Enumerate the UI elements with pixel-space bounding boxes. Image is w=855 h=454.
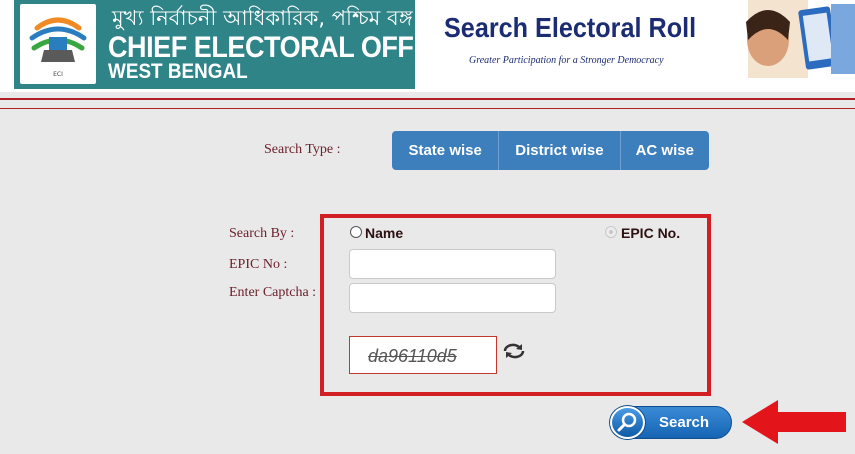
voter-photo [738,0,855,78]
captcha-input[interactable] [349,283,556,313]
captcha-label: Enter Captcha : [229,285,317,300]
captcha-image: da96110d5 [349,336,497,374]
divider-line [0,108,855,109]
tab-state-wise[interactable]: State wise [392,131,500,170]
search-type-tabs: State wise District wise AC wise [392,131,709,170]
header: ECI মুখ্য নির্বাচনী আধিকারিক, পশ্চিম বঙ্… [0,0,855,92]
search-by-label: Search By : [229,226,295,241]
tab-district-wise[interactable]: District wise [499,131,621,170]
epic-no-label: EPIC No : [229,257,288,272]
radio-epic-no[interactable] [605,226,617,238]
captcha-text: da96110d5 [368,346,457,366]
radio-name[interactable] [350,226,362,238]
search-button-label: Search [659,414,710,431]
radio-name-label: Name [365,225,404,241]
tagline: Greater Participation for a Stronger Dem… [469,55,664,66]
eci-logo-icon: ECI [20,4,96,84]
tab-ac-wise[interactable]: AC wise [621,131,709,170]
divider-line [0,98,855,100]
ceo-banner: ECI মুখ্য নির্বাচনী আধিকারিক, পশ্চিম বঙ্… [14,0,484,89]
magnifier-icon [610,406,645,439]
epic-no-input[interactable] [349,249,556,279]
refresh-icon[interactable] [503,342,525,360]
state-title: WEST BENGAL [108,60,248,83]
search-button[interactable]: Search [610,406,732,439]
search-type-label: Search Type : [264,142,341,157]
arrow-left-icon [742,400,846,444]
page-title: Search Electoral Roll [444,12,697,43]
svg-text:ECI: ECI [53,71,63,78]
radio-epic-no-label: EPIC No. [621,225,681,241]
